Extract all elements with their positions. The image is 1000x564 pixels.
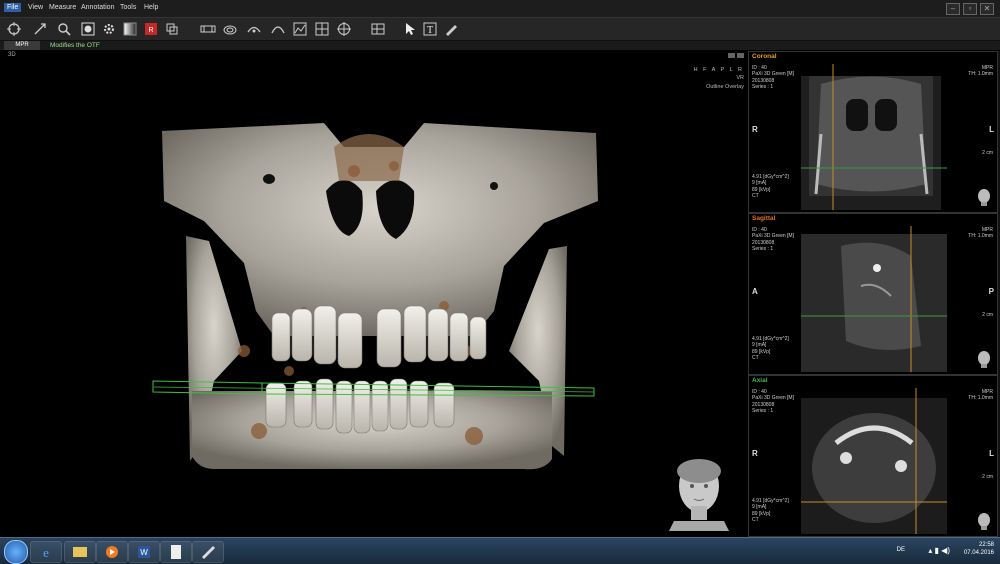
head-orientation-icon[interactable] xyxy=(977,188,991,206)
pen-icon[interactable] xyxy=(443,21,459,37)
tab-row: MPR Modifies the OTF xyxy=(0,41,1000,50)
start-orb-icon[interactable] xyxy=(4,540,28,564)
menu-tools[interactable]: Tools xyxy=(117,3,139,12)
thickness: TH: 1.0mm xyxy=(968,395,993,402)
coronal-scan-image xyxy=(801,64,947,210)
menu-file[interactable]: File xyxy=(4,3,22,12)
series: Series : 1 xyxy=(752,408,774,415)
tray-icons[interactable]: ▴ ▮ ◀) xyxy=(928,546,950,555)
clock-date: 07.04.2016 xyxy=(963,550,994,556)
gradient-icon[interactable] xyxy=(122,21,138,37)
window-controls: – ▫ ✕ xyxy=(943,3,994,15)
direction-right: L xyxy=(989,449,994,458)
svg-text:W: W xyxy=(140,548,148,557)
series: Series : 1 xyxy=(752,246,774,253)
menu-annotation[interactable]: Annotation xyxy=(78,3,117,12)
word-icon[interactable]: W xyxy=(128,541,160,563)
head-orientation-icon[interactable] xyxy=(669,459,729,531)
window-level-icon[interactable] xyxy=(80,21,96,37)
head-orientation-icon[interactable] xyxy=(977,350,991,368)
layout-icon[interactable] xyxy=(164,21,180,37)
clock-time: 22:58 xyxy=(978,542,994,548)
modality: CT xyxy=(752,517,759,524)
panel-info: ID : 40 PaXi 3D Green [M] 20130808 Serie… xyxy=(752,227,794,253)
sagittal-scan-image xyxy=(801,226,947,372)
scale-bar: 2 cm xyxy=(982,474,993,480)
panel-mpr-info: MPR TH: 1.0mm xyxy=(968,227,993,240)
direction-left: A xyxy=(752,287,758,296)
device-name: PaXi 3D Green [M] xyxy=(752,395,794,402)
language-indicator[interactable]: DE xyxy=(897,547,905,553)
direction-left: R xyxy=(752,449,758,458)
head-orientation-icon[interactable] xyxy=(977,512,991,530)
skull-3d-render xyxy=(152,123,729,531)
panorama-icon[interactable] xyxy=(246,21,262,37)
thickness: TH: 1.0mm xyxy=(968,233,993,240)
modality: CT xyxy=(752,355,759,362)
layout-grid-icon[interactable] xyxy=(370,21,386,37)
clock[interactable]: 22:58 07.04.2016 xyxy=(964,541,994,557)
device-name: PaXi 3D Green [M] xyxy=(752,233,794,240)
coronal-panel[interactable]: Coronal ID : 40 PaXi 3D Green [M] 201308… xyxy=(748,51,998,213)
scale-bar: 2 cm xyxy=(982,150,993,156)
modality: CT xyxy=(752,193,759,200)
panel-mpr-info: MPR TH: 1.0mm xyxy=(968,389,993,402)
film-icon[interactable] xyxy=(200,21,216,37)
crosshair-icon[interactable] xyxy=(336,21,352,37)
maximize-button[interactable]: ▫ xyxy=(963,3,977,15)
menu-help[interactable]: Help xyxy=(141,3,161,12)
direction-right: P xyxy=(988,287,994,296)
chart-icon[interactable] xyxy=(292,21,308,37)
tmj-icon[interactable] xyxy=(270,21,286,37)
menu-bar: File View Measure Annotation Tools Help … xyxy=(0,0,1000,18)
device-name: PaXi 3D Green [M] xyxy=(752,71,794,78)
settings-icon[interactable] xyxy=(101,21,117,37)
tab-mpr[interactable]: MPR xyxy=(4,41,40,50)
svg-text:T: T xyxy=(427,25,433,36)
svg-text:e: e xyxy=(43,545,49,560)
direction-left: R xyxy=(752,125,758,134)
minimize-button[interactable]: – xyxy=(946,3,960,15)
pan-icon[interactable] xyxy=(32,21,48,37)
mpr-panels: Coronal ID : 40 PaXi 3D Green [M] 201308… xyxy=(748,51,1000,537)
scale-bar: 2 cm xyxy=(982,312,993,318)
panel-info: ID : 40 PaXi 3D Green [M] 20130808 Serie… xyxy=(752,389,794,415)
file-explorer-icon[interactable] xyxy=(64,541,96,563)
axial-panel[interactable]: Axial ID : 40 PaXi 3D Green [M] 20130808… xyxy=(748,375,998,537)
axial-scan-image xyxy=(801,388,947,534)
panel-info: ID : 40 PaXi 3D Green [M] 20130808 Serie… xyxy=(752,65,794,91)
menu-measure[interactable]: Measure xyxy=(46,3,79,12)
panel-title: Coronal xyxy=(752,53,777,60)
zoom-icon[interactable] xyxy=(56,21,72,37)
svg-text:R: R xyxy=(148,27,153,34)
panel-title: Axial xyxy=(752,377,768,384)
panel-dose-info: 4.91 [dGy*cm^2] 9 [mA] 89 [kVp] CT xyxy=(752,174,789,200)
sagittal-panel[interactable]: Sagittal ID : 40 PaXi 3D Green [M] 20130… xyxy=(748,213,998,375)
grid-icon[interactable] xyxy=(314,21,330,37)
3d-viewport[interactable]: 3D H F A P L R VR Outline Overlay xyxy=(4,51,748,537)
text-icon[interactable]: T xyxy=(422,21,438,37)
direction-right: L xyxy=(989,125,994,134)
panel-dose-info: 4.91 [dGy*cm^2] 9 [mA] 89 [kVp] CT xyxy=(752,498,789,524)
document-icon[interactable] xyxy=(160,541,192,563)
status-message: Modifies the OTF xyxy=(50,42,100,49)
media-player-icon[interactable] xyxy=(96,541,128,563)
series: Series : 1 xyxy=(752,84,774,91)
toolbar: R T xyxy=(0,18,1000,41)
rotate-icon[interactable] xyxy=(6,21,22,37)
paint-icon[interactable] xyxy=(192,541,224,563)
record-icon[interactable]: R xyxy=(143,21,159,37)
arch-icon[interactable] xyxy=(222,21,238,37)
menu-view[interactable]: View xyxy=(25,3,46,12)
close-button[interactable]: ✕ xyxy=(980,3,994,15)
panel-dose-info: 4.91 [dGy*cm^2] 9 [mA] 89 [kVp] CT xyxy=(752,336,789,362)
internet-explorer-icon[interactable]: e xyxy=(30,541,62,563)
panel-mpr-info: MPR TH: 1.0mm xyxy=(968,65,993,78)
pointer-icon[interactable] xyxy=(402,21,418,37)
thickness: TH: 1.0mm xyxy=(968,71,993,78)
taskbar: e W DE ▴ ▮ ◀) 22:58 07.04.2016 xyxy=(0,537,1000,564)
panel-title: Sagittal xyxy=(752,215,776,222)
